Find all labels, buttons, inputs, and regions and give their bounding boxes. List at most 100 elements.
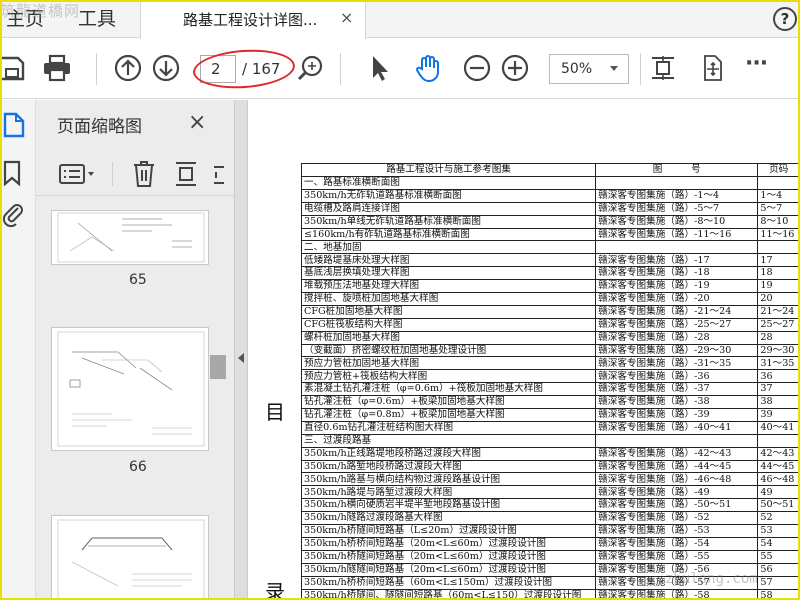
toc-entry-figure-number [595, 240, 759, 255]
more-icon[interactable]: ··· [745, 51, 775, 81]
toc-entry-title: （变截面）挤密螺纹桩加固地基处理设计图 [300, 343, 597, 358]
insert-page-icon[interactable] [174, 160, 198, 188]
table-row: 三、过渡段路基 [300, 433, 800, 448]
table-row: 堆载预压法地基处理大样图 赣深客专图集施（路）-19 19 [300, 279, 800, 294]
toc-entry-title: 三、过渡段路基 [300, 433, 597, 448]
toc-entry-title: 螺杆桩加固地基大样图 [300, 330, 597, 345]
next-page-icon[interactable] [151, 53, 181, 83]
full-screen-icon[interactable] [697, 53, 727, 83]
toc-header-title: 路基工程设计与施工参考图集 [300, 163, 597, 177]
toc-entry-page: 39 [757, 408, 800, 422]
red-annotation-circle [191, 46, 297, 92]
collapse-panel-icon[interactable] [238, 353, 244, 363]
select-cursor-icon[interactable] [365, 53, 395, 83]
toc-entry-page: 1～4 [757, 188, 800, 203]
toc-entry-page: 52 [757, 511, 800, 526]
table-row: 350km/h单线无砟轨道路基标准横断面图 赣深客专图集施（路）-8～10 8～10 [300, 214, 800, 229]
chevron-down-icon[interactable] [610, 66, 618, 71]
toc-entry-page: 55 [757, 549, 800, 564]
thumbnail-options-icon[interactable] [58, 162, 96, 186]
thumbnail-preview [57, 519, 205, 600]
toc-entry-title: 低矮路堤基床处理大样图 [300, 253, 597, 268]
more-tools-icon[interactable] [212, 164, 226, 186]
toc-entry-page [757, 176, 800, 190]
table-row: CFG桩加固地基大样图 赣深客专图集施（路）-21～24 21～24 [300, 304, 800, 319]
table-row: 素混凝土钻孔灌注桩（φ=0.6m）+筏板加固地基大样图 赣深客专图集施（路）-37… [300, 382, 800, 397]
toc-entry-title: 预应力管桩加固地基大样图 [300, 356, 597, 371]
toc-entry-figure-number: 赣深客专图集施（路）-8～10 [595, 214, 759, 229]
table-row: 螺杆桩加固地基大样图 赣深客专图集施（路）-28 28 [300, 330, 800, 345]
toc-entry-page: 17 [757, 253, 800, 268]
table-row: 350km/h路基与横向结构物过渡段路基设计图 赣深客专图集施（路）-46～48 4… [300, 472, 800, 487]
toc-entry-figure-number: 赣深客专图集施（路）-17 [595, 253, 759, 268]
toc-header-row: 路基工程设计与施工参考图集 图 号 页码 [300, 163, 800, 177]
table-row: 电缆槽及路肩连接详图 赣深客专图集施（路）-5～7 5～7 [300, 201, 800, 216]
table-row: 搅拌桩、旋喷桩加固地基大样图 赣深客专图集施（路）-20 20 [300, 292, 800, 306]
table-row: 350km/h桥隧间短路基（20m<L≤60m）过渡段设计图 赣深客专图集施（路）… [300, 549, 800, 564]
table-row: 350km/h路堑地段桥路过渡段大样图 赣深客专图集施（路）-44～45 44～45 [300, 459, 800, 474]
toc-entry-page: 8～10 [757, 214, 800, 229]
toc-entry-page: 29～30 [757, 343, 800, 358]
prev-page-icon[interactable] [113, 53, 143, 83]
table-row: 预应力管桩加固地基大样图 赣深客专图集施（路）-31～35 31～35 [300, 356, 800, 371]
thumbnail-scrollbar[interactable] [210, 355, 226, 379]
save-icon[interactable] [0, 53, 30, 83]
close-icon[interactable]: × [188, 110, 206, 135]
hand-tool-icon[interactable] [413, 53, 443, 83]
toc-entry-figure-number: 赣深客专图集施（路）-31～35 [595, 356, 759, 371]
page-thumbnail[interactable] [51, 327, 209, 451]
toc-entry-title: 钻孔灌注桩（φ=0.6m）+板梁加固地基大样图 [300, 395, 597, 410]
toc-entry-figure-number: 赣深客专图集施（路）-44～45 [595, 459, 759, 474]
toolbar: 2 / 167 50% ··· [0, 39, 800, 99]
toc-entry-page: 25～27 [757, 317, 800, 332]
toc-entry-figure-number: 赣深客专图集施（路）-36 [595, 369, 759, 384]
table-row: 钻孔灌注桩（φ=0.8m）+板梁加固地基大样图 赣深客专图集施（路）-39 39 [300, 408, 800, 422]
toc-entry-figure-number: 赣深客专图集施（路）-40～41 [595, 420, 759, 435]
document-view[interactable]: 目 录 路基工程设计与施工参考图集 图 号 页码 一、路基标准横断面图 350km… [249, 100, 800, 600]
toc-entry-title: 搅拌桩、旋喷桩加固地基大样图 [300, 292, 597, 306]
bookmark-icon[interactable] [2, 160, 26, 186]
toc-entry-title: 直径0.6m钻孔灌注桩结构图大样图 [300, 420, 597, 435]
toc-header-page: 页码 [757, 163, 800, 177]
table-row: 350km/h桥桥间短路基（20m<L≤60m）过渡段设计图 赣深客专图集施（路）… [300, 536, 800, 551]
help-icon[interactable]: ? [773, 7, 797, 31]
table-row: 350km/h无砟轨道路基标准横断面图 赣深客专图集施（路）-1～4 1～4 [300, 188, 800, 203]
toc-entry-figure-number [595, 433, 759, 448]
toc-entry-page: 49 [757, 485, 800, 500]
toc-entry-title: 350km/h桥隧间短路基（20m<L≤60m）过渡段设计图 [300, 549, 597, 564]
delete-icon[interactable] [132, 160, 156, 188]
toc-entry-page: 54 [757, 536, 800, 551]
panel-splitter[interactable] [234, 100, 248, 600]
page-thumbnail[interactable] [51, 210, 209, 265]
watermark-logo: 筑龍道橋网 [0, 2, 81, 20]
toc-entry-figure-number: 赣深客专图集施（路）-53 [595, 524, 759, 538]
toc-entry-figure-number [595, 176, 759, 190]
toc-entry-title: 350km/h隧路过渡段路基大样图 [300, 511, 597, 526]
toc-entry-figure-number: 赣深客专图集施（路）-19 [595, 279, 759, 294]
fit-page-icon[interactable] [648, 53, 678, 83]
print-icon[interactable] [42, 53, 72, 83]
toc-entry-title: 一、路基标准横断面图 [300, 176, 597, 190]
table-row: 直径0.6m钻孔灌注桩结构图大样图 赣深客专图集施（路）-40～41 40～41 [300, 420, 800, 435]
watermark-text: zhulong.com [665, 571, 758, 587]
toolbar-separator [340, 53, 341, 85]
toc-entry-page: 21～24 [757, 304, 800, 319]
toc-entry-figure-number: 赣深客专图集施（路）-49 [595, 485, 759, 500]
toc-entry-figure-number: 赣深客专图集施（路）-25～27 [595, 317, 759, 332]
toc-side-char: 录 [265, 580, 285, 600]
zoom-out-icon[interactable] [462, 53, 492, 83]
table-row: 350km/h路堤与路堑过渡段大样图 赣深客专图集施（路）-49 49 [300, 485, 800, 500]
tab-tools[interactable]: 工具 [78, 4, 116, 31]
table-row: 350km/h桥隧间短路基（L≤20m）过渡段设计图 赣深客专图集施（路）-53 5… [300, 524, 800, 538]
toc-entry-title: 350km/h桥桥间短路基（60m<L≤150m）过渡段设计图 [300, 575, 597, 590]
zoom-in-icon[interactable] [500, 53, 530, 83]
zoom-search-icon[interactable] [296, 53, 326, 83]
page-thumbnails-icon[interactable] [2, 112, 26, 138]
page-thumbnail[interactable] [51, 515, 209, 600]
close-tab-icon[interactable]: × [340, 8, 353, 27]
toc-entry-page: 46～48 [757, 472, 800, 487]
table-row: CFG桩筏板结构大样图 赣深客专图集施（路）-25～27 25～27 [300, 317, 800, 332]
attachment-icon[interactable] [2, 202, 26, 228]
toc-entry-page: 19 [757, 279, 800, 294]
tab-document[interactable]: 路基工程设计详图... × [140, 0, 366, 39]
